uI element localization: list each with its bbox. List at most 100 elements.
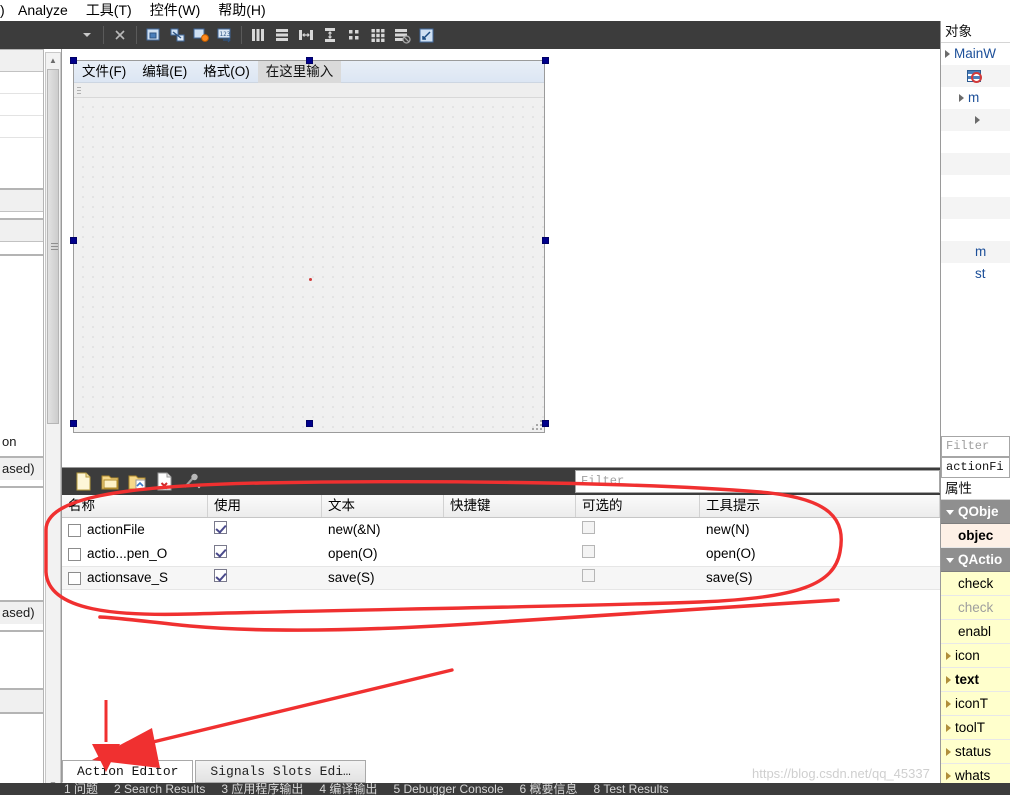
property-row-tooltip[interactable]: toolT [941,716,1010,740]
tree-item-menu-2[interactable]: m [941,241,1010,263]
checkable-checkbox[interactable] [582,521,595,534]
layout-splitter-vertical-icon[interactable] [318,23,342,47]
output-pane-debugger-console[interactable]: 5 Debugger Console [393,783,503,795]
scrollbar-thumb[interactable] [47,69,59,424]
selection-handle-top-left[interactable] [70,57,77,64]
form-menu-file[interactable]: 文件(F) [74,61,134,83]
layout-grid-icon[interactable] [366,23,390,47]
tree-item-mainwindow[interactable]: MainW [941,43,1010,65]
chevron-down-icon[interactable] [946,558,954,563]
menu-item-widgets[interactable]: 控件(W) [141,0,210,21]
property-row-text[interactable]: text [941,668,1010,692]
chevron-down-icon[interactable] [75,23,99,47]
chevron-right-icon[interactable] [946,771,951,780]
left-dock-scrollbar[interactable]: ▲ ▼ [45,52,61,792]
menu-item-tools[interactable]: 工具(T) [77,0,141,21]
layout-form-icon[interactable] [342,23,366,47]
form-size-grip-icon[interactable] [529,417,542,430]
chevron-right-icon[interactable] [946,675,951,684]
output-pane-general-messages[interactable]: 6 概要信息 [520,783,578,795]
chevron-right-icon[interactable] [946,699,951,708]
row-select-checkbox[interactable] [68,547,81,561]
table-row[interactable]: actionFile new(&N) new(N) [62,518,940,542]
tree-item-menu[interactable]: m [941,87,1010,109]
layout-splitter-horizontal-icon[interactable] [294,23,318,47]
property-row-whatsthis[interactable]: whats [941,764,1010,783]
edit-buddies-icon[interactable] [189,23,213,47]
table-row[interactable]: actionsave_S save(S) save(S) [62,566,940,590]
left-panel-band-1[interactable] [0,189,44,219]
column-header-checkable[interactable]: 可选的 [576,495,700,517]
column-header-text[interactable]: 文本 [322,495,444,517]
configure-icon[interactable] [178,471,205,493]
used-checkbox[interactable] [214,521,227,534]
action-text-cell[interactable]: new(&N) [322,518,444,542]
action-name-cell[interactable]: actionsave_S [62,566,208,590]
output-pane-issues[interactable]: 1 问题 [64,783,98,795]
left-panel-top[interactable] [0,49,44,189]
selection-handle-right-middle[interactable] [542,237,549,244]
edit-tab-order-icon[interactable]: 123 [213,23,237,47]
property-row-checked[interactable]: check [941,596,1010,620]
scroll-up-arrow-icon[interactable]: ▲ [46,53,60,67]
column-header-shortcut[interactable]: 快捷键 [444,495,576,517]
layout-vertical-icon[interactable] [270,23,294,47]
left-panel-gap[interactable] [0,487,44,601]
action-checkable-cell[interactable] [576,518,700,542]
left-panel-band-3[interactable] [0,689,44,713]
layout-horizontal-icon[interactable] [246,23,270,47]
left-panel-gap-2[interactable] [0,631,44,689]
output-pane-test-results[interactable]: 8 Test Results [594,783,669,795]
form-menu-edit[interactable]: 编辑(E) [134,61,195,83]
output-pane-search-results[interactable]: 2 Search Results [114,783,205,795]
copy-action-icon[interactable] [97,471,124,493]
menu-item-analyze[interactable]: Analyze [9,0,77,21]
property-group-qaction[interactable]: QActio [941,548,1010,572]
action-name-cell[interactable]: actio...pen_O [62,542,208,566]
chevron-right-icon[interactable] [975,116,980,124]
form-menu-add-placeholder[interactable]: 在这里输入 [257,60,342,83]
left-panel-item-on[interactable]: on [0,431,44,457]
action-used-cell[interactable] [208,518,322,542]
menu-item-help[interactable]: 帮助(H) [209,0,274,21]
column-header-used[interactable]: 使用 [208,495,322,517]
tab-signals-slots-editor[interactable]: Signals Slots Edi… [195,760,366,783]
tab-action-editor[interactable]: Action Editor [62,760,194,783]
tree-item-menubar[interactable] [941,65,1010,87]
action-text-cell[interactable]: open(O) [322,542,444,566]
action-text-cell[interactable]: save(S) [322,566,444,590]
chevron-right-icon[interactable] [946,651,951,660]
form-central-widget[interactable] [74,98,544,432]
menu-item-clipped[interactable]: ) [0,0,9,21]
checkable-checkbox[interactable] [582,545,595,558]
action-used-cell[interactable] [208,566,322,590]
main-window-form[interactable]: 文件(F) 编辑(E) 格式(O) 在这里输入 [73,60,545,433]
property-row-enabled[interactable]: enabl [941,620,1010,644]
used-checkbox[interactable] [214,545,227,558]
selection-handle-bottom-right[interactable] [542,420,549,427]
selection-handle-bottom-center[interactable] [306,420,313,427]
table-row[interactable]: actio...pen_O open(O) open(O) [62,542,940,566]
left-panel-band-2[interactable] [0,219,44,255]
property-row-objectname[interactable]: objec [941,524,1010,548]
form-editor-canvas[interactable]: 文件(F) 编辑(E) 格式(O) 在这里输入 [62,49,940,467]
property-row-icontext[interactable]: iconT [941,692,1010,716]
property-row-statustip[interactable]: status [941,740,1010,764]
checkable-checkbox[interactable] [582,569,595,582]
column-header-tooltip[interactable]: 工具提示 [700,495,940,517]
selection-handle-left-middle[interactable] [70,237,77,244]
form-toolbar[interactable] [74,83,544,98]
chevron-right-icon[interactable] [946,723,951,732]
chevron-right-icon[interactable] [945,50,950,58]
property-group-qobject[interactable]: QObje [941,500,1010,524]
action-tooltip-cell[interactable]: open(O) [700,542,940,566]
action-checkable-cell[interactable] [576,542,700,566]
chevron-right-icon[interactable] [946,747,951,756]
tree-item-blank[interactable] [941,219,1010,241]
output-pane-app-output[interactable]: 3 应用程序输出 [221,783,303,795]
row-select-checkbox[interactable] [68,523,81,537]
property-object-name[interactable]: actionFi [941,457,1010,478]
toolbar-drag-handle-icon[interactable] [77,87,81,94]
tree-item-submenu[interactable] [941,109,1010,131]
row-select-checkbox[interactable] [68,571,81,585]
